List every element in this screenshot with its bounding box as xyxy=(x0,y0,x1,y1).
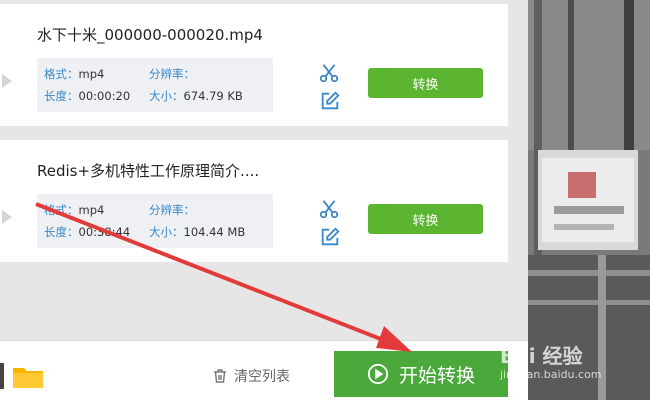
resolution-field: 分辨率： xyxy=(149,202,195,218)
edit-icon[interactable] xyxy=(319,226,341,248)
play-circle-icon xyxy=(367,363,389,385)
watermark-url: jingyan.baidu.com xyxy=(500,368,602,381)
file-card: Redis+多机特性工作原理简介.... 格式：mp4 分辨率： 长度：00:3… xyxy=(0,140,508,262)
format-field: 格式：mp4 xyxy=(44,66,104,82)
convert-button[interactable]: 转换 xyxy=(368,68,483,98)
play-arrow-icon[interactable] xyxy=(2,210,12,224)
convert-button[interactable]: 转换 xyxy=(368,204,483,234)
edit-icon[interactable] xyxy=(319,90,341,112)
watermark-brand: Bai 经验 xyxy=(500,344,583,368)
file-info-panel: 格式：mp4 分辨率： 长度：00:38:44 大小：104.44 MB xyxy=(37,194,273,248)
divider xyxy=(0,363,4,389)
duration-label: 长度： xyxy=(44,225,79,239)
duration-label: 长度： xyxy=(44,89,79,103)
format-field: 格式：mp4 xyxy=(44,202,104,218)
duration-field: 长度：00:00:20 xyxy=(44,88,130,104)
duration-value: 00:00:20 xyxy=(78,89,131,103)
clear-list-button[interactable]: 清空列表 xyxy=(212,366,290,386)
file-name: 水下十米_000000-000020.mp4 xyxy=(37,26,263,44)
clear-list-label: 清空列表 xyxy=(234,369,290,385)
format-label: 格式： xyxy=(44,67,79,81)
resolution-label: 分辨率： xyxy=(149,203,195,217)
duration-field: 长度：00:38:44 xyxy=(44,224,130,240)
converter-window: 水下十米_000000-000020.mp4 格式：mp4 分辨率： 长度：00… xyxy=(0,0,528,400)
format-value: mp4 xyxy=(78,67,105,81)
size-field: 大小：104.44 MB xyxy=(149,224,245,240)
start-convert-label: 开始转换 xyxy=(398,364,475,387)
scissors-icon[interactable] xyxy=(318,62,340,84)
duration-value: 00:38:44 xyxy=(78,225,131,239)
size-value: 104.44 MB xyxy=(183,225,246,239)
trash-icon xyxy=(214,369,226,383)
format-label: 格式： xyxy=(44,203,79,217)
play-arrow-icon[interactable] xyxy=(2,74,12,88)
resolution-label: 分辨率： xyxy=(149,67,195,81)
file-name: Redis+多机特性工作原理简介.... xyxy=(37,162,260,180)
file-card: 水下十米_000000-000020.mp4 格式：mp4 分辨率： 长度：00… xyxy=(0,4,508,126)
start-convert-button[interactable]: 开始转换 xyxy=(334,351,508,397)
size-label: 大小： xyxy=(149,225,184,239)
bottom-toolbar: 清空列表 开始转换 xyxy=(0,340,528,400)
file-info-panel: 格式：mp4 分辨率： 长度：00:00:20 大小：674.79 KB xyxy=(37,58,273,112)
folder-icon[interactable] xyxy=(12,365,44,389)
format-value: mp4 xyxy=(78,203,105,217)
resolution-field: 分辨率： xyxy=(149,66,195,82)
scissors-icon[interactable] xyxy=(318,198,340,220)
size-value: 674.79 KB xyxy=(183,89,243,103)
size-field: 大小：674.79 KB xyxy=(149,88,243,104)
size-label: 大小： xyxy=(149,89,184,103)
